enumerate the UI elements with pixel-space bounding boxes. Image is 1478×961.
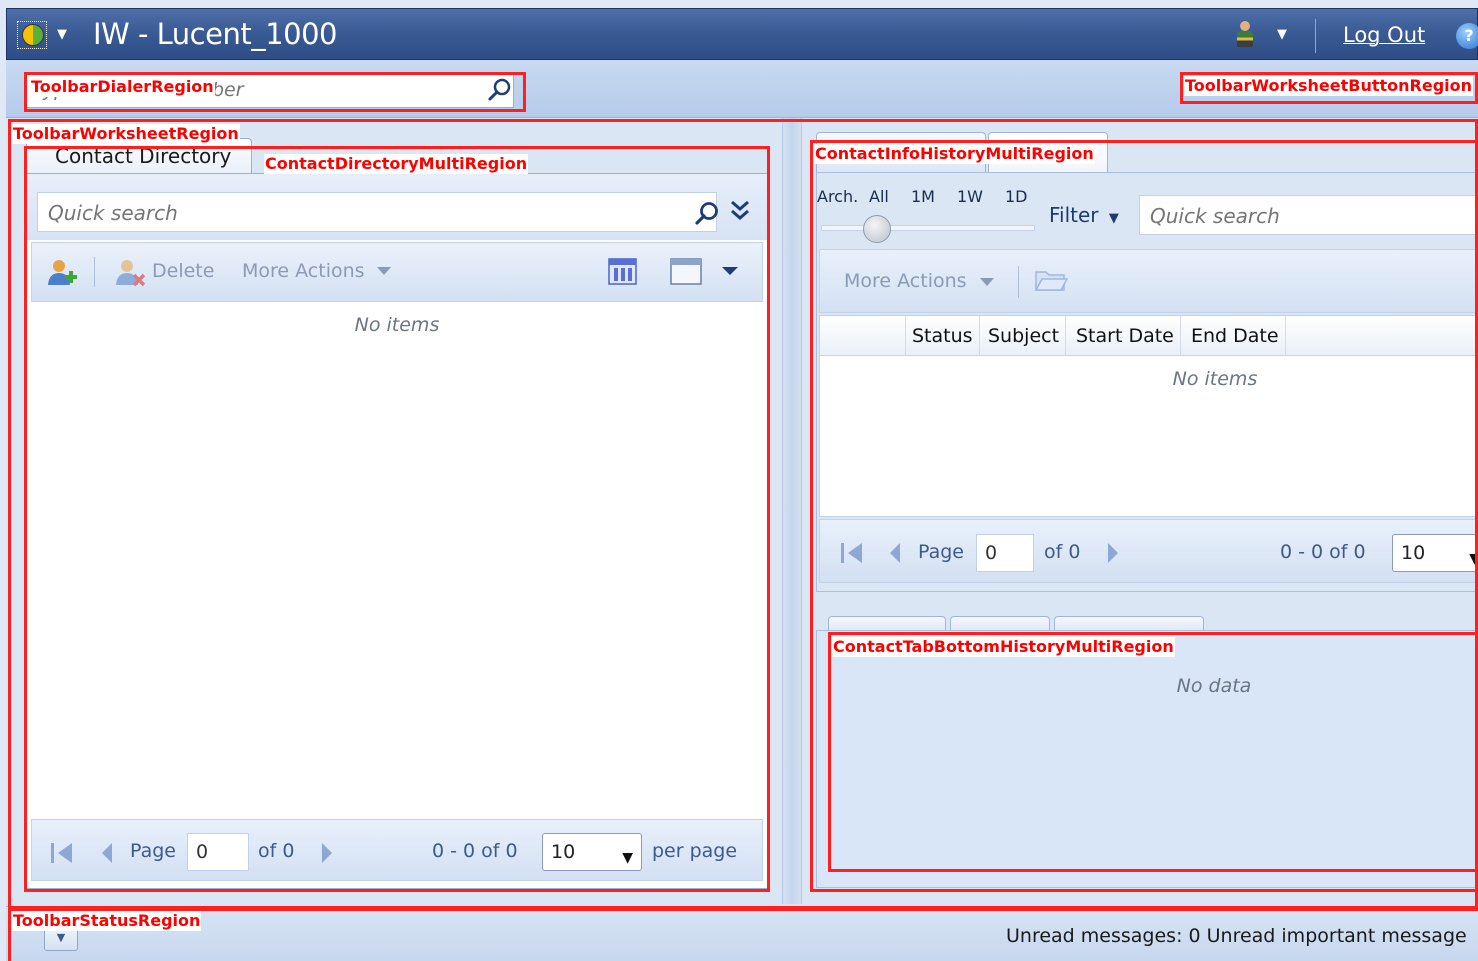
contact-directory-search-field[interactable] [37, 192, 718, 232]
column-header-start-date[interactable]: Start Date [1070, 316, 1181, 356]
page-size-select[interactable]: 10 ▼ [542, 833, 642, 871]
next-page-icon[interactable] [1106, 542, 1120, 564]
history-search-input[interactable] [1150, 202, 1470, 230]
bottom-history-tab-strip [816, 602, 1478, 634]
history-empty-text: No items [1172, 368, 1258, 390]
search-icon[interactable] [487, 77, 513, 103]
history-more-actions-button[interactable]: More Actions [844, 270, 967, 292]
tab-contact-directory-label: Contact Directory [55, 144, 232, 168]
help-icon[interactable]: ? [1456, 23, 1478, 49]
region-label-toolbar-worksheet-button: ToolbarWorksheetButtonRegion [1184, 76, 1474, 96]
page-count-label: of 0 [1044, 541, 1081, 563]
add-contact-icon[interactable] [46, 257, 78, 289]
region-label-contact-directory-multi: ContactDirectoryMultiRegion [264, 154, 529, 174]
region-label-contact-tab-bottom-history-multi: ContactTabBottomHistoryMultiRegion [832, 637, 1175, 657]
history-pager: Page 0 of 0 0 - 0 of 0 10 ▼ [819, 519, 1478, 583]
first-page-icon[interactable] [840, 542, 866, 564]
agent-status-icon[interactable] [1235, 21, 1255, 49]
title-separator [1315, 19, 1316, 53]
expand-double-chevron-icon[interactable] [727, 196, 753, 226]
region-label-contact-info-history-multi: ContactInfoHistoryMultiRegion [814, 144, 1095, 164]
toolbar-separator [1018, 266, 1019, 298]
history-filter-row: Arch. All 1M 1W 1D Filter ▼ [817, 173, 1478, 245]
previous-page-icon[interactable] [100, 842, 114, 864]
bottom-history-panel: No data [816, 630, 1478, 888]
region-label-toolbar-status: ToolbarStatusRegion [12, 911, 202, 931]
page-count-label: of 0 [258, 840, 295, 862]
window-title: IW - Lucent_1000 [93, 17, 338, 51]
bottom-history-empty-text: No data [1176, 675, 1252, 697]
unread-messages-status: Unread messages: 0 Unread important mess… [1006, 925, 1467, 947]
contact-history-panel: Arch. All 1M 1W 1D Filter ▼ More Actions… [816, 172, 1478, 592]
app-logo-icon[interactable] [17, 21, 47, 49]
column-header-subject[interactable]: Subject [982, 316, 1067, 356]
column-header-icon[interactable] [820, 316, 906, 356]
title-bar: ▼ IW - Lucent_1000 ▼ Log Out ? [6, 8, 1478, 60]
history-toolbar: More Actions [819, 249, 1478, 313]
column-header-end-date[interactable]: End Date [1185, 316, 1286, 356]
contact-directory-search-row [27, 174, 767, 240]
contact-directory-toolbar: Delete More Actions [31, 242, 763, 302]
page-number-input[interactable]: 0 [187, 833, 249, 871]
chevron-down-icon: ▼ [1469, 551, 1478, 567]
contact-directory-pager: Page 0 of 0 0 - 0 of 0 10 ▼ per page [31, 819, 763, 881]
timeline-archive-label[interactable]: Arch. [817, 187, 858, 206]
page-label: Page [130, 840, 176, 862]
app-menu-chevron-down-icon[interactable]: ▼ [57, 27, 67, 42]
timeline-slider-track[interactable] [821, 225, 1035, 231]
filter-dropdown[interactable]: Filter ▼ [1049, 203, 1119, 227]
region-label-toolbar-dialer: ToolbarDialerRegion [30, 77, 215, 97]
contact-directory-panel: Delete More Actions No items Page 0 of 0… [26, 173, 768, 889]
layout-icon[interactable] [670, 257, 702, 287]
contact-directory-empty-text: No items [354, 314, 440, 336]
folder-open-icon[interactable] [1034, 266, 1068, 294]
column-header-status[interactable]: Status [906, 316, 980, 356]
timeline-week-label[interactable]: 1W [957, 187, 983, 206]
timeline-slider-thumb[interactable] [863, 215, 891, 243]
timeline-month-label[interactable]: 1M [911, 187, 935, 206]
layout-chevron-down-icon[interactable] [722, 267, 738, 277]
next-page-icon[interactable] [320, 842, 334, 864]
delete-contact-icon[interactable] [114, 257, 146, 289]
delete-button[interactable]: Delete [152, 260, 214, 282]
chevron-down-icon[interactable] [377, 267, 391, 277]
record-range-label: 0 - 0 of 0 [1280, 541, 1366, 563]
page-number-input[interactable]: 0 [976, 534, 1034, 572]
record-range-label: 0 - 0 of 0 [432, 840, 518, 862]
filter-label: Filter [1049, 203, 1099, 227]
contact-directory-search-input[interactable] [48, 199, 668, 227]
search-icon[interactable] [693, 200, 721, 228]
page-size-value: 10 [1401, 542, 1426, 564]
timeline-all-label[interactable]: All [869, 187, 889, 206]
timeline-day-label[interactable]: 1D [1005, 187, 1028, 206]
page-size-value: 10 [551, 841, 576, 863]
region-label-toolbar-worksheet: ToolbarWorksheetRegion [12, 124, 240, 144]
chevron-down-icon[interactable] [980, 278, 994, 288]
chevron-down-icon: ▼ [622, 850, 633, 866]
history-search-field[interactable] [1139, 195, 1478, 235]
history-grid: Status Subject Start Date End Date No it… [819, 315, 1478, 517]
columns-icon[interactable] [608, 257, 638, 287]
first-page-icon[interactable] [50, 842, 76, 864]
chevron-down-icon: ▼ [1108, 211, 1119, 226]
agent-status-chevron-down-icon[interactable]: ▼ [1277, 27, 1287, 42]
status-bar: ▼ Unread messages: 0 Unread important me… [6, 906, 1478, 961]
page-label: Page [918, 541, 964, 563]
per-page-label: per page [652, 840, 738, 862]
page-size-select[interactable]: 10 ▼ [1392, 534, 1478, 572]
toolbar-separator [94, 257, 95, 287]
previous-page-icon[interactable] [888, 542, 902, 564]
more-actions-button[interactable]: More Actions [242, 260, 365, 282]
panel-splitter[interactable] [782, 118, 802, 904]
logout-link[interactable]: Log Out [1343, 23, 1425, 47]
history-grid-header: Status Subject Start Date End Date [820, 316, 1478, 356]
